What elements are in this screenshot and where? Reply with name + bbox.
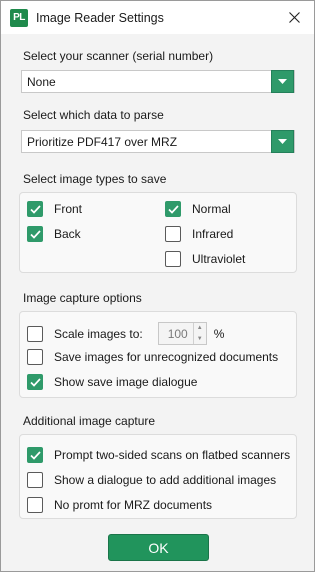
checkmark-icon <box>29 450 41 460</box>
two-sided-scans-checkbox[interactable]: Prompt two-sided scans on flatbed scanne… <box>27 446 290 464</box>
checkbox-box[interactable] <box>27 325 43 342</box>
add-images-dialogue-label: Show a dialogue to add additional images <box>54 473 277 487</box>
infrared-label: Infrared <box>192 227 234 241</box>
parse-select[interactable]: Prioritize PDF417 over MRZ <box>21 130 295 153</box>
checkmark-icon <box>167 204 179 214</box>
settings-window: PL Image Reader Settings Select your sca… <box>0 0 315 572</box>
scale-value[interactable]: 100 <box>159 327 193 341</box>
checkmark-icon <box>29 204 41 214</box>
checkbox-box[interactable] <box>27 349 43 365</box>
spin-buttons: ▲ ▼ <box>192 323 206 345</box>
parse-select-value: Prioritize PDF417 over MRZ <box>27 134 178 149</box>
save-unrecognized-label: Save images for unrecognized documents <box>54 350 279 364</box>
parse-dropdown-button[interactable] <box>271 130 294 153</box>
parse-label: Select which data to parse <box>23 108 164 122</box>
image-types-label: Select image types to save <box>23 172 167 186</box>
title-bar: PL Image Reader Settings <box>1 1 314 34</box>
infrared-checkbox[interactable]: Infrared <box>165 225 233 243</box>
checkbox-box[interactable] <box>27 472 43 488</box>
scanner-dropdown-button[interactable] <box>271 70 294 93</box>
ok-button[interactable]: OK <box>108 534 209 561</box>
app-logo-icon: PL <box>10 8 28 27</box>
front-label: Front <box>54 202 83 216</box>
chevron-down-icon <box>278 139 287 144</box>
show-save-dialogue-label: Show save image dialogue <box>54 375 198 389</box>
checkbox-box[interactable] <box>27 497 43 513</box>
save-unrecognized-checkbox[interactable]: Save images for unrecognized documents <box>27 348 278 366</box>
scanner-select[interactable]: None <box>21 70 295 93</box>
close-icon <box>288 12 300 23</box>
checkbox-box[interactable] <box>165 251 181 267</box>
scanner-label: Select your scanner (serial number) <box>23 49 214 63</box>
spin-down-icon[interactable]: ▼ <box>194 334 206 345</box>
checkmark-icon <box>29 377 41 387</box>
checkbox-box[interactable] <box>27 201 43 217</box>
scale-spinbox[interactable]: 100 ▲ ▼ <box>157 322 207 345</box>
show-save-dialogue-checkbox[interactable]: Show save image dialogue <box>27 373 197 391</box>
add-images-dialogue-checkbox[interactable]: Show a dialogue to add additional images <box>27 471 276 489</box>
scanner-select-value: None <box>27 74 56 89</box>
scale-images-checkbox[interactable]: Scale images to: 100 ▲ ▼ % <box>27 322 224 345</box>
checkbox-box[interactable] <box>27 226 43 242</box>
back-label: Back <box>54 227 81 241</box>
window-title: Image Reader Settings <box>36 10 164 25</box>
checkmark-icon <box>29 229 41 239</box>
checkbox-box[interactable] <box>165 226 181 242</box>
close-button[interactable] <box>274 1 314 34</box>
ultraviolet-label: Ultraviolet <box>192 252 246 266</box>
checkbox-box[interactable] <box>27 374 43 390</box>
no-prompt-mrz-label: No promt for MRZ documents <box>54 498 213 512</box>
scale-unit: % <box>213 326 225 341</box>
capture-options-label: Image capture options <box>23 291 142 305</box>
additional-capture-label: Additional image capture <box>23 414 156 428</box>
two-sided-scans-label: Prompt two-sided scans on flatbed scanne… <box>54 448 291 462</box>
spin-up-icon[interactable]: ▲ <box>194 323 206 334</box>
chevron-down-icon <box>278 79 287 84</box>
front-checkbox[interactable]: Front <box>27 200 82 218</box>
ultraviolet-checkbox[interactable]: Ultraviolet <box>165 250 245 268</box>
normal-label: Normal <box>192 202 231 216</box>
checkbox-box[interactable] <box>165 201 181 217</box>
scale-images-label: Scale images to: <box>54 326 143 341</box>
no-prompt-mrz-checkbox[interactable]: No promt for MRZ documents <box>27 496 212 514</box>
back-checkbox[interactable]: Back <box>27 225 81 243</box>
checkbox-box[interactable] <box>27 447 43 463</box>
normal-checkbox[interactable]: Normal <box>165 200 231 218</box>
